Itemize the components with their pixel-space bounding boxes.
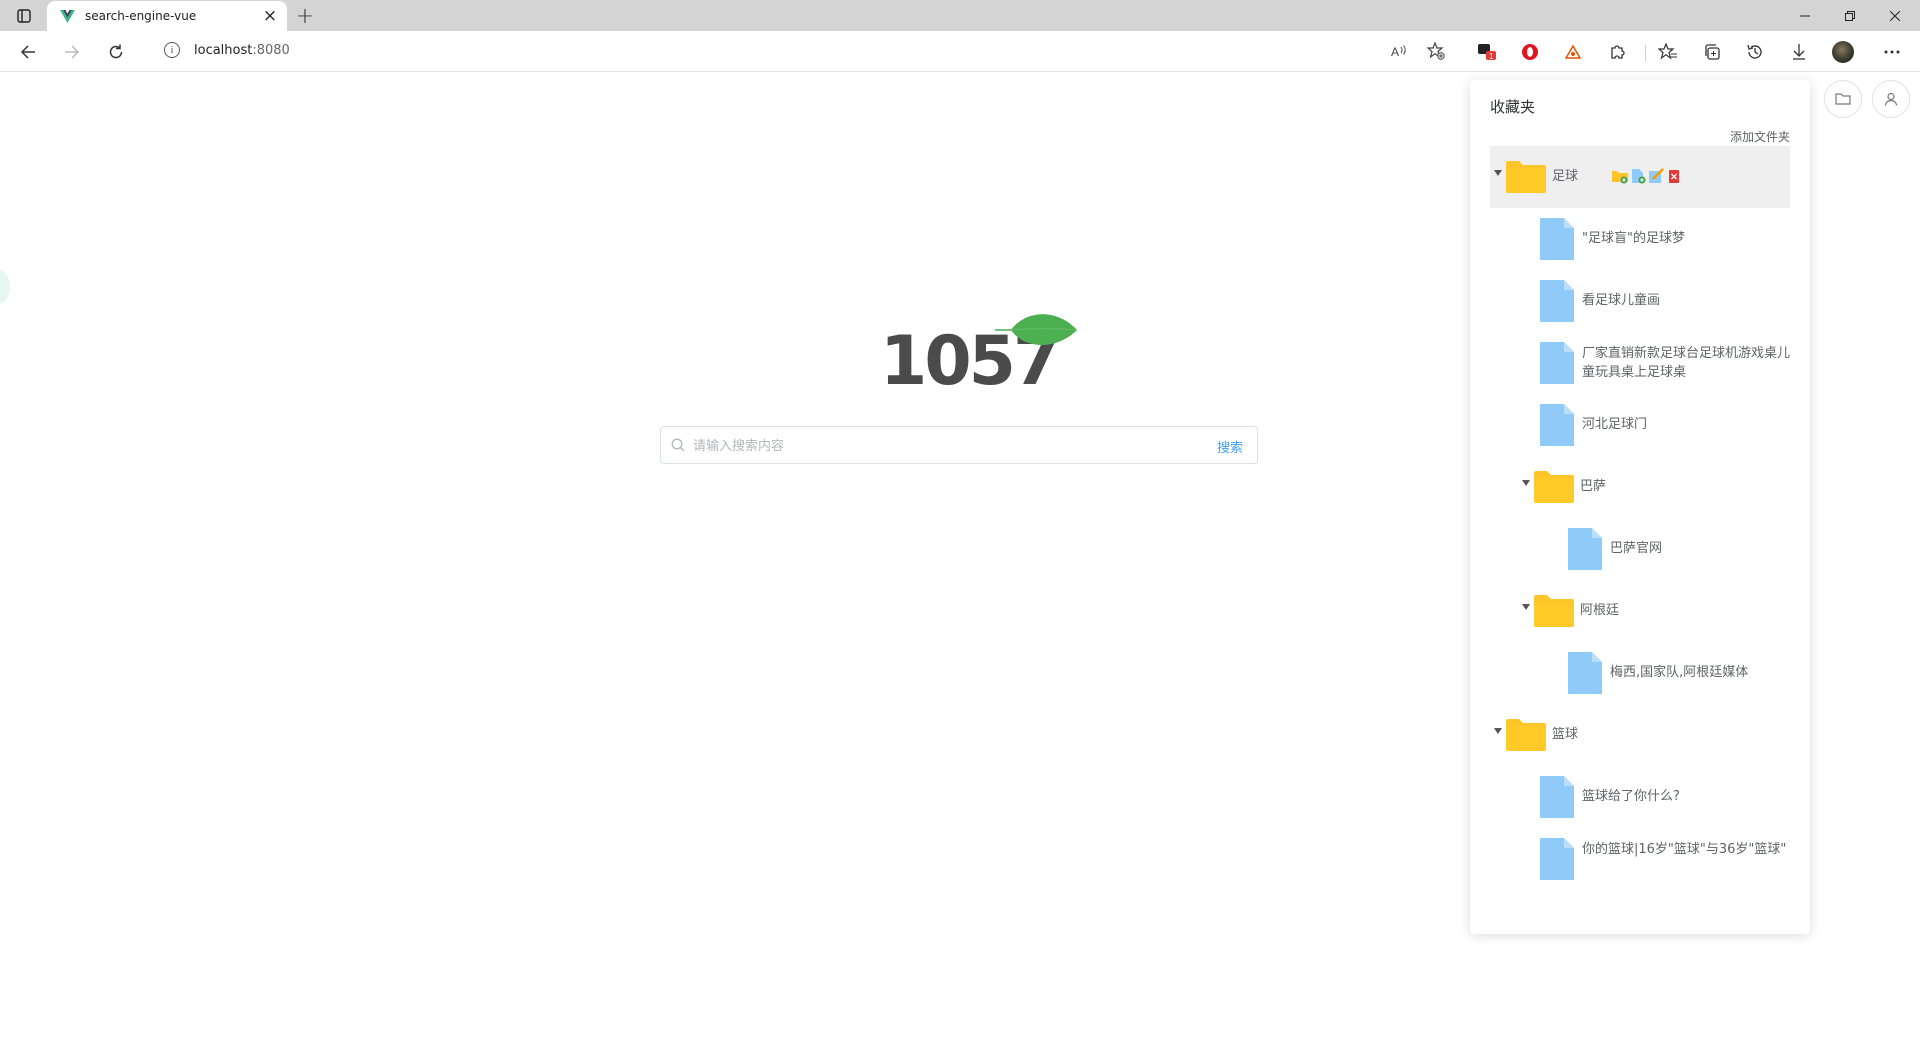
user-button[interactable]: [1872, 80, 1910, 118]
restore-icon[interactable]: [1827, 0, 1872, 31]
file-icon: [1540, 218, 1574, 260]
tree-folder[interactable]: 巴萨: [1490, 456, 1790, 518]
tree-file[interactable]: 看足球儿童画: [1490, 270, 1790, 332]
more-menu-icon[interactable]: [1877, 38, 1907, 66]
new-tab-button[interactable]: +: [292, 4, 318, 29]
search-bar: 搜索: [660, 426, 1258, 464]
search-icon: [671, 438, 685, 452]
add-subfolder-icon[interactable]: [1612, 168, 1628, 184]
tree-node-label: "足球盲"的足球梦: [1582, 231, 1685, 246]
history-icon[interactable]: [1740, 38, 1770, 66]
tree-node-label: 足球: [1552, 169, 1579, 184]
svg-text:1: 1: [1489, 52, 1494, 61]
favorites-title: 收藏夹: [1490, 98, 1536, 116]
downloads-icon[interactable]: [1784, 38, 1814, 66]
close-window-icon[interactable]: [1872, 0, 1917, 31]
folder-toggle-button[interactable]: [1824, 80, 1862, 118]
tree-file[interactable]: 厂家直销新款足球台足球机游戏桌儿童玩具桌上足球桌: [1490, 332, 1790, 394]
edit-icon[interactable]: [1648, 168, 1664, 184]
expand-caret-icon[interactable]: [1522, 480, 1530, 486]
triangle-extension-icon[interactable]: [1558, 38, 1588, 66]
search-button[interactable]: 搜索: [1217, 437, 1243, 456]
address-bar[interactable]: i localhost:8080: [144, 35, 1424, 65]
add-favorite-icon[interactable]: [1424, 39, 1448, 63]
add-bookmark-icon[interactable]: [1630, 168, 1646, 184]
delete-icon[interactable]: [1666, 168, 1682, 184]
user-icon: [1884, 92, 1898, 106]
tree-node-label: 阿根廷: [1580, 603, 1620, 618]
forward-icon[interactable]: [58, 38, 86, 66]
tree-node-label: 厂家直销新款足球台足球机游戏桌儿童玩具桌上足球桌: [1582, 346, 1791, 380]
folder-icon: [1534, 595, 1574, 627]
folder-icon: [1506, 161, 1546, 193]
folder-icon: [1506, 719, 1546, 751]
tree-file[interactable]: 巴萨官网: [1490, 518, 1790, 580]
file-icon: [1540, 342, 1574, 384]
minimize-icon[interactable]: [1782, 0, 1827, 31]
refresh-icon[interactable]: [102, 38, 130, 66]
folder-outline-icon: [1835, 93, 1851, 105]
extension-icon[interactable]: 1: [1472, 38, 1502, 66]
tree-folder[interactable]: 阿根廷: [1490, 580, 1790, 642]
back-icon[interactable]: [14, 38, 42, 66]
collections-icon[interactable]: [1697, 38, 1727, 66]
tree-file[interactable]: "足球盲"的足球梦: [1490, 208, 1790, 270]
expand-caret-icon[interactable]: [1494, 170, 1502, 176]
logo: 1057: [880, 310, 1080, 410]
browser-toolbar: i localhost:8080 A 1: [0, 31, 1920, 72]
extensions-puzzle-icon[interactable]: [1603, 38, 1633, 66]
add-folder-button[interactable]: 添加文件夹: [1730, 128, 1790, 145]
file-icon: [1540, 838, 1574, 880]
tab-title: search-engine-vue: [85, 9, 197, 23]
file-icon: [1540, 404, 1574, 446]
side-handle[interactable]: [0, 270, 10, 304]
tab-actions-icon[interactable]: [10, 5, 38, 27]
leaf-icon: [995, 314, 1077, 345]
tree-folder[interactable]: 足球: [1490, 146, 1790, 208]
search-input[interactable]: [691, 433, 1145, 459]
file-icon: [1568, 528, 1602, 570]
tree-node-label: 河北足球门: [1582, 417, 1648, 432]
tree-node-label: 梅西,国家队,阿根廷媒体: [1610, 665, 1749, 680]
folder-icon: [1534, 471, 1574, 503]
tree-node-label: 你的篮球|16岁"篮球"与36岁"篮球": [1582, 842, 1787, 857]
profile-avatar[interactable]: [1828, 38, 1858, 66]
file-icon: [1540, 280, 1574, 322]
tree-file[interactable]: 你的篮球|16岁"篮球"与36岁"篮球": [1490, 828, 1790, 890]
tree-node-label: 篮球给了你什么?: [1582, 789, 1680, 804]
tree-file[interactable]: 河北足球门: [1490, 394, 1790, 456]
svg-text:A: A: [1391, 45, 1399, 58]
close-tab-icon[interactable]: ×: [259, 5, 281, 27]
browser-tab[interactable]: search-engine-vue ×: [47, 1, 287, 31]
favorites-icon[interactable]: [1653, 38, 1683, 66]
site-info-icon[interactable]: i: [164, 42, 180, 58]
opera-extension-icon[interactable]: [1515, 38, 1545, 66]
file-icon: [1540, 776, 1574, 818]
toolbar-divider: [1645, 45, 1646, 61]
tree-file[interactable]: 梅西,国家队,阿根廷媒体: [1490, 642, 1790, 704]
favorites-panel: 收藏夹 添加文件夹 足球 "足球盲"的足球梦 看足球儿童画 厂家直销新款足球台足…: [1470, 80, 1810, 934]
expand-caret-icon[interactable]: [1522, 604, 1530, 610]
tree-node-label: 看足球儿童画: [1582, 293, 1661, 308]
vue-logo-icon: [59, 8, 75, 24]
url-text: localhost:8080: [194, 42, 290, 58]
read-aloud-icon[interactable]: A: [1388, 39, 1412, 63]
tree-node-label: 篮球: [1552, 727, 1579, 742]
tree-file[interactable]: 篮球给了你什么?: [1490, 766, 1790, 828]
tab-strip: search-engine-vue × +: [0, 0, 1920, 31]
tree-node-label: 巴萨: [1580, 479, 1607, 494]
tree-node-label: 巴萨官网: [1610, 541, 1663, 556]
tree-folder[interactable]: 篮球: [1490, 704, 1790, 766]
expand-caret-icon[interactable]: [1494, 728, 1502, 734]
file-icon: [1568, 652, 1602, 694]
folder-actions: [1612, 168, 1682, 184]
